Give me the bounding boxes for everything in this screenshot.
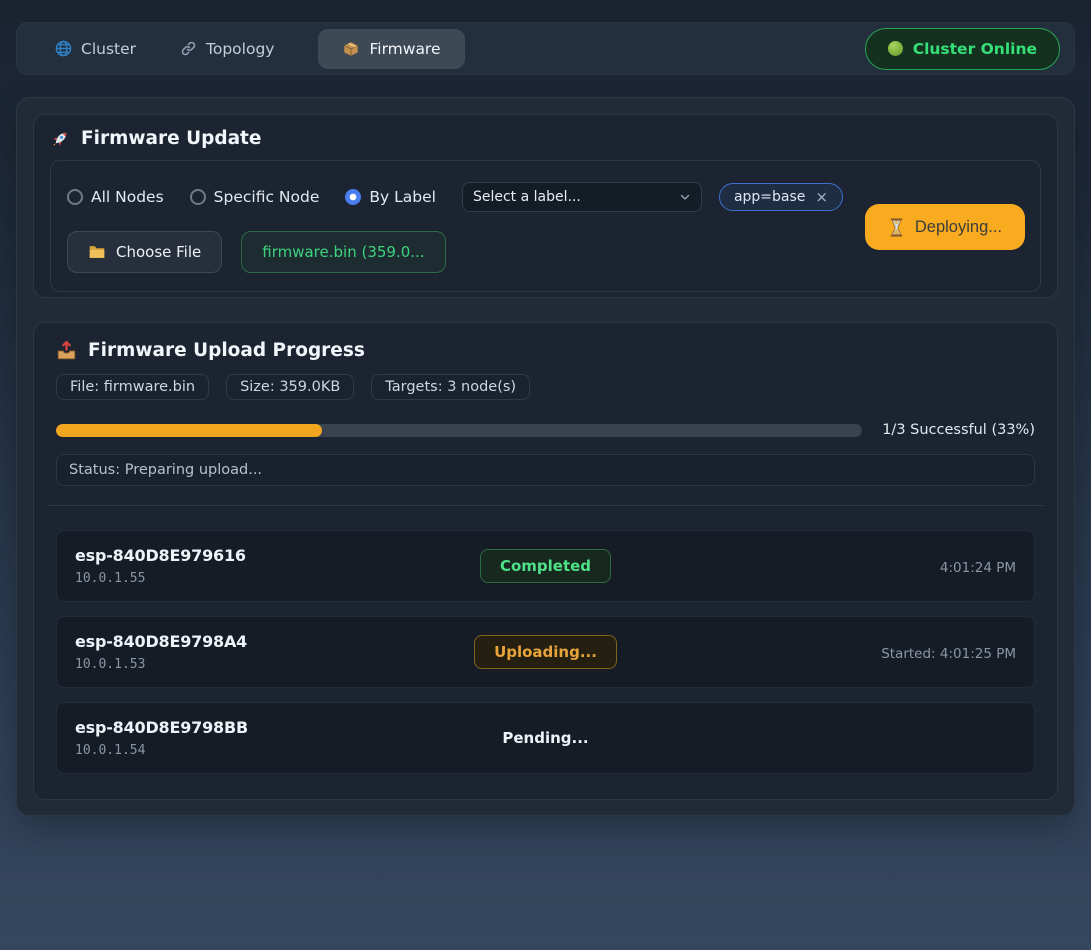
folder-icon xyxy=(88,244,106,260)
label-select-placeholder: Select a label... xyxy=(473,189,679,205)
remove-label-icon[interactable]: × xyxy=(815,188,828,206)
node-time: 4:01:24 PM xyxy=(940,560,1016,576)
node-status-badge: Uploading... xyxy=(474,635,617,669)
main-container: Firmware Update All Nodes Specific Node … xyxy=(16,97,1075,816)
upload-progress-card: Firmware Upload Progress File: firmware.… xyxy=(33,322,1058,800)
nav-tabs: Cluster Topology Firmware xyxy=(55,29,465,69)
selected-file-button[interactable]: firmware.bin (359.0... xyxy=(241,231,445,273)
upload-tray-icon xyxy=(56,340,77,361)
package-icon xyxy=(342,40,360,58)
upload-progress-title: Firmware Upload Progress xyxy=(56,340,1035,361)
choose-file-button[interactable]: Choose File xyxy=(67,231,222,273)
radio-all-nodes-input[interactable] xyxy=(67,189,83,205)
deploy-form-panel: All Nodes Specific Node By Label Select … xyxy=(50,160,1041,292)
progress-bar xyxy=(56,424,862,437)
node-name: esp-840D8E9798BB xyxy=(75,718,502,737)
radio-by-label[interactable]: By Label xyxy=(345,188,436,206)
tab-label: Cluster xyxy=(81,40,136,58)
label-select[interactable]: Select a label... xyxy=(462,182,702,212)
node-time-wrap: 4:01:24 PM xyxy=(611,557,1016,576)
node-status-badge: Pending... xyxy=(502,729,588,747)
radio-label: Specific Node xyxy=(214,188,320,206)
top-navbar: Cluster Topology Firmware xyxy=(16,22,1075,75)
cluster-status-label: Cluster Online xyxy=(913,40,1037,58)
node-time-wrap: Started: 4:01:25 PM xyxy=(617,643,1016,662)
radio-label: By Label xyxy=(369,188,436,206)
file-size-badge: Size: 359.0KB xyxy=(226,374,354,400)
tab-label: Firmware xyxy=(369,40,440,58)
radio-specific-node-input[interactable] xyxy=(190,189,206,205)
node-ip: 10.0.1.55 xyxy=(75,571,480,586)
card-title-text: Firmware Update xyxy=(81,128,261,149)
radio-specific-node[interactable]: Specific Node xyxy=(190,188,320,206)
tab-firmware[interactable]: Firmware xyxy=(318,29,464,69)
cluster-status-badge[interactable]: Cluster Online xyxy=(865,28,1060,70)
link-icon xyxy=(180,40,197,57)
node-list: esp-840D8E979616 10.0.1.55 Completed 4:0… xyxy=(56,530,1035,774)
chevron-down-icon xyxy=(679,191,691,203)
node-status-badge: Completed xyxy=(480,549,611,583)
node-info: esp-840D8E9798BB 10.0.1.54 xyxy=(75,718,502,758)
upload-status-box: Status: Preparing upload... xyxy=(56,454,1035,486)
tab-topology[interactable]: Topology xyxy=(180,40,274,58)
node-ip: 10.0.1.53 xyxy=(75,657,474,672)
firmware-update-title: Firmware Update xyxy=(50,128,1041,149)
hourglass-icon xyxy=(888,218,905,237)
selected-file-label: firmware.bin (359.0... xyxy=(262,243,424,261)
targets-badge: Targets: 3 node(s) xyxy=(371,374,530,400)
node-name: esp-840D8E9798A4 xyxy=(75,632,474,651)
section-divider xyxy=(47,505,1044,506)
label-chip[interactable]: app=base × xyxy=(719,183,843,211)
radio-all-nodes[interactable]: All Nodes xyxy=(67,188,164,206)
node-time: Started: 4:01:25 PM xyxy=(881,646,1016,662)
node-row: esp-840D8E9798BB 10.0.1.54 Pending... xyxy=(56,702,1035,774)
green-dot-icon xyxy=(888,41,903,56)
node-info: esp-840D8E979616 10.0.1.55 xyxy=(75,546,480,586)
node-row: esp-840D8E9798A4 10.0.1.53 Uploading... … xyxy=(56,616,1035,688)
node-ip: 10.0.1.54 xyxy=(75,743,502,758)
progress-row: 1/3 Successful (33%) xyxy=(56,422,1035,438)
firmware-update-card: Firmware Update All Nodes Specific Node … xyxy=(33,114,1058,298)
deploy-label: Deploying... xyxy=(915,218,1002,237)
choose-file-label: Choose File xyxy=(116,243,201,261)
radio-by-label-input[interactable] xyxy=(345,189,361,205)
rocket-icon xyxy=(50,129,70,149)
progress-fill xyxy=(56,424,322,437)
card-title-text: Firmware Upload Progress xyxy=(88,340,365,361)
label-chip-text: app=base xyxy=(734,189,805,205)
node-info: esp-840D8E9798A4 10.0.1.53 xyxy=(75,632,474,672)
upload-meta-badges: File: firmware.bin Size: 359.0KB Targets… xyxy=(56,374,1035,400)
radio-label: All Nodes xyxy=(91,188,164,206)
tab-cluster[interactable]: Cluster xyxy=(55,40,136,58)
progress-label: 1/3 Successful (33%) xyxy=(882,422,1035,438)
tab-label: Topology xyxy=(206,40,274,58)
deploy-button[interactable]: Deploying... xyxy=(865,204,1025,250)
file-name-badge: File: firmware.bin xyxy=(56,374,209,400)
node-row: esp-840D8E979616 10.0.1.55 Completed 4:0… xyxy=(56,530,1035,602)
node-name: esp-840D8E979616 xyxy=(75,546,480,565)
globe-icon xyxy=(55,40,72,57)
